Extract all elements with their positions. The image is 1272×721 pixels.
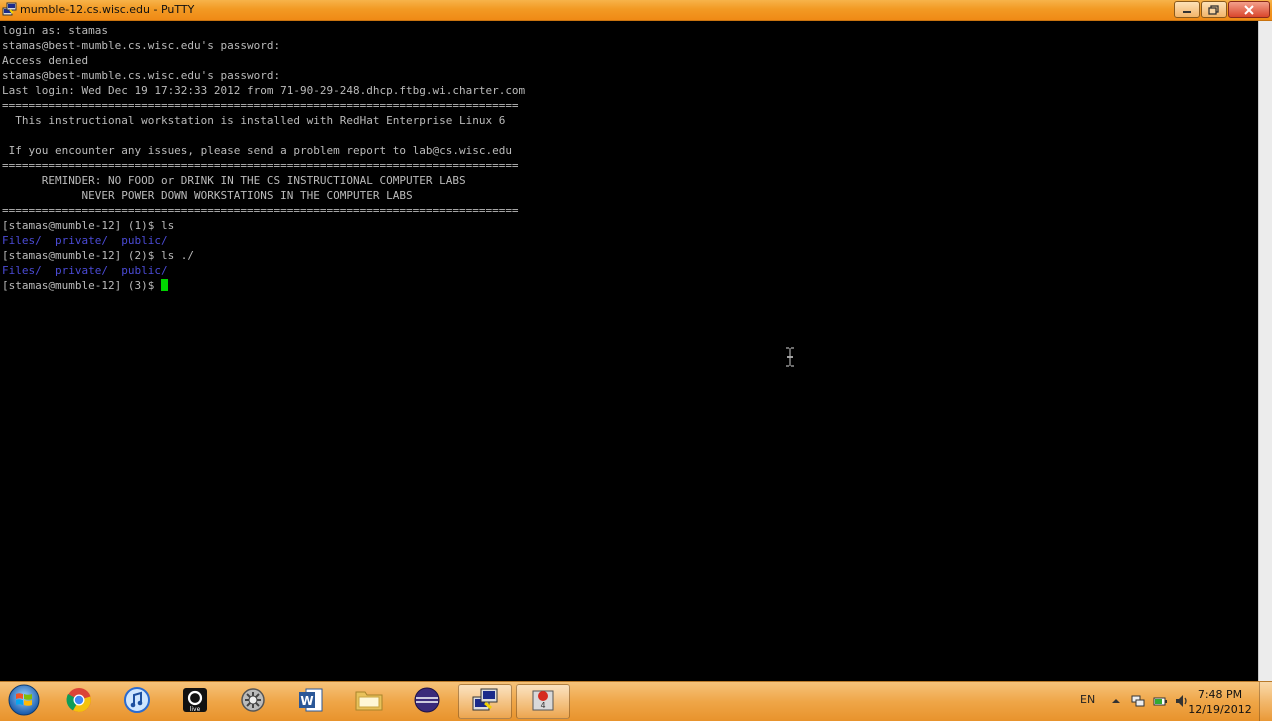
language-indicator[interactable]: EN — [1080, 693, 1095, 706]
directory-entry: Files/ — [2, 234, 42, 247]
directory-entry: public/ — [121, 264, 168, 277]
directory-entry: public/ — [121, 234, 168, 247]
taskbar: live W 4 EN 7:48 PM 12/19/2012 — [0, 681, 1272, 721]
terminal-line: [stamas@mumble-12] (3)$ — [2, 278, 525, 293]
terminal-line-text: [stamas@mumble-12] (2)$ ls ./ — [2, 249, 195, 262]
taskbar-button-word[interactable]: W — [284, 684, 338, 719]
terminal-line-text: Last login: Wed Dec 19 17:32:33 2012 fro… — [2, 84, 526, 97]
terminal-line-text: ========================================… — [2, 99, 519, 112]
clock-time: 7:48 PM — [1197, 688, 1243, 701]
directory-entry: private/ — [55, 264, 108, 277]
terminal-line-text: Access denied — [2, 54, 89, 67]
terminal-line-text: [stamas@mumble-12] (1)$ ls — [2, 219, 175, 232]
clock[interactable]: 7:48 PM 12/19/2012 — [1185, 687, 1255, 717]
terminal-scrollbar[interactable] — [1258, 21, 1272, 681]
start-button[interactable] — [2, 683, 46, 720]
terminal-line: ========================================… — [2, 98, 525, 113]
terminal-line-text: This instructional workstation is instal… — [2, 114, 506, 127]
taskbar-button-settings-tool[interactable] — [226, 684, 280, 719]
window-title-bar[interactable]: mumble-12.cs.wisc.edu - PuTTY — [0, 0, 1272, 21]
terminal-line: This instructional workstation is instal… — [2, 113, 525, 128]
terminal-line-text: [stamas@mumble-12] (3)$ — [2, 279, 161, 292]
terminal-line-text: If you encounter any issues, please send… — [2, 144, 512, 157]
settings-tool-icon — [239, 686, 267, 718]
putty-icon — [471, 686, 499, 718]
chrome-icon — [65, 686, 93, 718]
terminal-line: stamas@best-mumble.cs.wisc.edu's passwor… — [2, 68, 525, 83]
word-icon: W — [297, 686, 325, 718]
taskbar-button-recorder[interactable]: 4 — [516, 684, 570, 719]
minimize-icon[interactable] — [1174, 1, 1200, 18]
terminal-line: Last login: Wed Dec 19 17:32:33 2012 fro… — [2, 83, 525, 98]
terminal-line: Access denied — [2, 53, 525, 68]
svg-text:4: 4 — [540, 701, 545, 710]
maximize-icon[interactable] — [1201, 1, 1227, 18]
terminal-line-text: stamas@best-mumble.cs.wisc.edu's passwor… — [2, 39, 281, 52]
show-desktop-button[interactable] — [1259, 682, 1272, 721]
taskbar-button-eclipse[interactable] — [400, 684, 454, 719]
eclipse-icon — [413, 686, 441, 718]
terminal-line: Files/ private/ public/ — [2, 263, 525, 278]
putty-icon[interactable] — [2, 2, 17, 17]
terminal-cursor — [160, 279, 168, 291]
terminal-line: stamas@best-mumble.cs.wisc.edu's passwor… — [2, 38, 525, 53]
terminal-line: ========================================… — [2, 158, 525, 173]
itunes-icon — [123, 686, 151, 718]
recorder-icon: 4 — [529, 686, 557, 718]
folder-icon — [354, 686, 384, 718]
taskbar-button-itunes[interactable] — [110, 684, 164, 719]
terminal-line: [stamas@mumble-12] (2)$ ls ./ — [2, 248, 525, 263]
network-icon[interactable] — [1130, 693, 1146, 709]
live-icon: live — [181, 686, 209, 718]
terminal-line-text: login as: stamas — [2, 24, 108, 37]
terminal-line-text: stamas@best-mumble.cs.wisc.edu's passwor… — [2, 69, 281, 82]
windows-start-icon — [7, 683, 41, 721]
svg-text:W: W — [300, 694, 313, 708]
taskbar-button-live[interactable]: live — [168, 684, 222, 719]
directory-entry: Files/ — [2, 264, 42, 277]
terminal-output: login as: stamas stamas@best-mumble.cs.wi… — [2, 23, 525, 293]
terminal-line: Files/ private/ public/ — [2, 233, 525, 248]
terminal-line: [stamas@mumble-12] (1)$ ls — [2, 218, 525, 233]
terminal-line-text: ========================================… — [2, 204, 519, 217]
power-icon[interactable] — [1152, 693, 1168, 709]
terminal-line: login as: stamas — [2, 23, 525, 38]
taskbar-button-putty[interactable] — [458, 684, 512, 719]
system-tray: EN 7:48 PM 12/19/2012 — [1072, 682, 1272, 721]
terminal-line: REMINDER: NO FOOD or DRINK IN THE CS INS… — [2, 173, 525, 188]
terminal-line: If you encounter any issues, please send… — [2, 143, 525, 158]
directory-entry: private/ — [55, 234, 108, 247]
close-icon[interactable] — [1228, 1, 1270, 18]
terminal-line-text: ========================================… — [2, 159, 519, 172]
terminal-line: NEVER POWER DOWN WORKSTATIONS IN THE COM… — [2, 188, 525, 203]
window-controls — [1174, 1, 1270, 18]
taskbar-button-folder[interactable] — [342, 684, 396, 719]
taskbar-button-chrome[interactable] — [52, 684, 106, 719]
terminal-line-text: REMINDER: NO FOOD or DRINK IN THE CS INS… — [2, 174, 466, 187]
ibeam-cursor-icon — [784, 347, 796, 367]
terminal-screen[interactable]: login as: stamas stamas@best-mumble.cs.wi… — [0, 21, 1258, 681]
terminal-line-text: NEVER POWER DOWN WORKSTATIONS IN THE COM… — [2, 189, 413, 202]
window-title: mumble-12.cs.wisc.edu - PuTTY — [20, 3, 195, 16]
svg-text:live: live — [190, 706, 201, 713]
show-hidden-icons-icon[interactable] — [1108, 693, 1124, 709]
terminal-line: ========================================… — [2, 203, 525, 218]
clock-date: 12/19/2012 — [1188, 703, 1252, 716]
